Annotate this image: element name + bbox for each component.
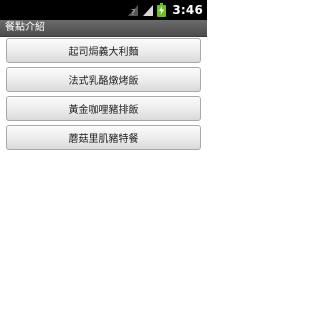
- menu-button-2[interactable]: 法式乳酪燉烤飯: [6, 67, 201, 92]
- status-time: 3:46: [172, 3, 203, 17]
- menu-button-label: 起司焗義大利麵: [68, 47, 139, 58]
- menu-button-4[interactable]: 蘑菇里肌豬特餐: [6, 125, 201, 150]
- menu-button-label: 蘑菇里肌豬特餐: [68, 134, 139, 145]
- menu-button-label: 黃金咖哩豬排飯: [68, 105, 139, 116]
- unknown-signal-icon: ?: [127, 3, 139, 17]
- menu-button-label: 法式乳酪燉烤飯: [68, 76, 139, 87]
- title-bar: 餐點介紹: [0, 20, 207, 37]
- screen: ? 3:46 餐點介紹 起司焗義大利麵 法式乳酪燉烤飯 黃金咖哩豬排飯 蘑菇里肌…: [0, 0, 207, 310]
- status-bar: ? 3:46: [0, 0, 207, 20]
- signal-icon: [142, 3, 154, 17]
- svg-text:?: ?: [131, 8, 135, 17]
- menu-button-1[interactable]: 起司焗義大利麵: [6, 38, 201, 63]
- status-icons: ? 3:46: [127, 2, 203, 18]
- battery-charging-icon: [157, 3, 167, 17]
- page-title: 餐點介紹: [5, 22, 45, 33]
- menu-button-3[interactable]: 黃金咖哩豬排飯: [6, 96, 201, 121]
